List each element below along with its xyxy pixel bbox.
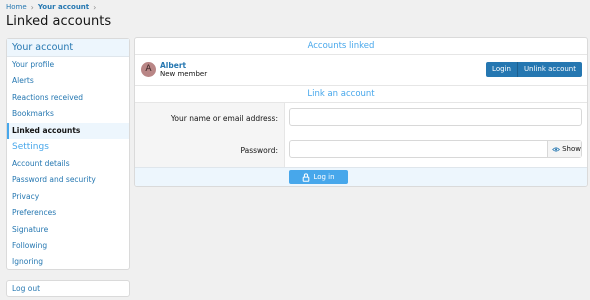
- unlink-account-button[interactable]: Unlink account: [516, 62, 582, 77]
- logout-link[interactable]: Log out: [7, 281, 129, 297]
- sidebar-item-following[interactable]: Following: [7, 238, 129, 254]
- sidebar-item-bookmarks[interactable]: Bookmarks: [7, 106, 129, 122]
- chevron-right-icon: ›: [30, 2, 34, 12]
- sidebar-item-account-details[interactable]: Account details: [7, 156, 129, 172]
- breadcrumb-your-account[interactable]: Your account: [38, 3, 89, 11]
- show-password-button[interactable]: Show: [547, 141, 581, 157]
- account-sidebar: Your account Your profile Alerts Reactio…: [6, 38, 130, 270]
- link-account-form: Your name or email address: Password: Sh…: [135, 103, 587, 186]
- lock-icon: [303, 172, 310, 182]
- sidebar-item-signature[interactable]: Signature: [7, 222, 129, 238]
- chevron-right-icon: ›: [93, 2, 97, 12]
- show-label: Show: [562, 145, 581, 153]
- login-button[interactable]: Login: [486, 62, 517, 77]
- password-field[interactable]: Show: [289, 140, 582, 158]
- accounts-linked-heading: Accounts linked: [135, 38, 587, 55]
- log-in-label: Log in: [313, 173, 335, 181]
- name-email-label: Your name or email address:: [170, 114, 278, 123]
- logout-block: Log out: [6, 280, 130, 297]
- avatar[interactable]: A: [141, 62, 156, 77]
- form-submit-row: Log in: [135, 167, 587, 186]
- sidebar-item-your-profile[interactable]: Your profile: [7, 57, 129, 73]
- log-in-button[interactable]: Log in: [289, 170, 348, 184]
- linked-account-row: A Albert New member Login Unlink account: [135, 55, 587, 86]
- sidebar-item-alerts[interactable]: Alerts: [7, 73, 129, 89]
- account-username[interactable]: Albert: [160, 61, 186, 70]
- sidebar-item-reactions-received[interactable]: Reactions received: [7, 90, 129, 106]
- sidebar-heading: Your account: [7, 39, 129, 57]
- account-user-title: New member: [160, 70, 208, 78]
- sidebar-item-ignoring[interactable]: Ignoring: [7, 254, 129, 270]
- link-account-heading: Link an account: [135, 86, 587, 103]
- eye-icon: [552, 146, 561, 152]
- sidebar-item-linked-accounts[interactable]: Linked accounts: [7, 122, 129, 139]
- sidebar-item-preferences[interactable]: Preferences: [7, 205, 129, 221]
- password-label: Password:: [240, 146, 278, 155]
- page-title: Linked accounts: [6, 14, 112, 29]
- sidebar-settings-heading: Settings: [12, 141, 49, 152]
- sidebar-item-privacy[interactable]: Privacy: [7, 189, 129, 205]
- breadcrumb: Home › Your account ›: [6, 3, 96, 11]
- linked-accounts-panel: Accounts linked A Albert New member Logi…: [134, 37, 588, 187]
- account-action-buttons: Login Unlink account: [486, 62, 582, 77]
- name-email-input[interactable]: [289, 108, 582, 126]
- breadcrumb-home[interactable]: Home: [6, 3, 27, 11]
- sidebar-item-password-security[interactable]: Password and security: [7, 172, 129, 188]
